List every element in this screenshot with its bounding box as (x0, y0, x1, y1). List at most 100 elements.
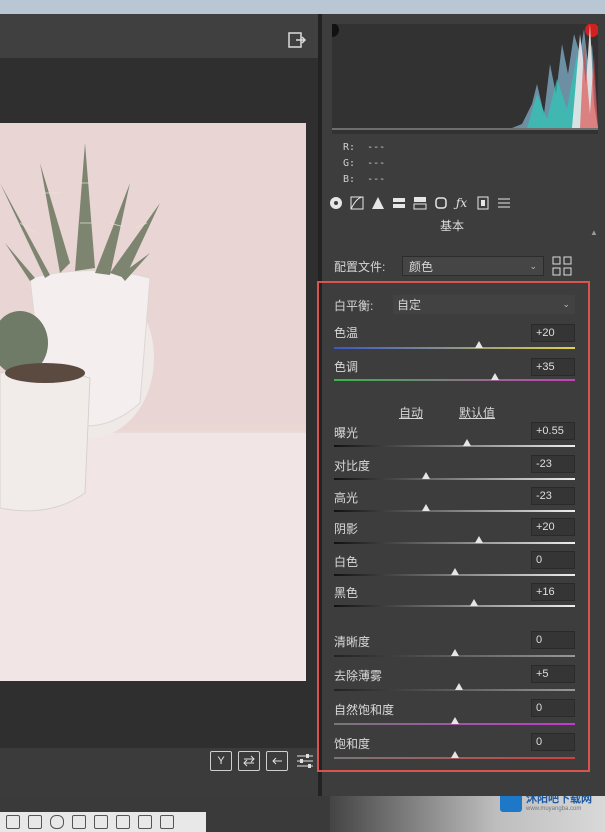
default-link[interactable]: 默认值 (459, 404, 495, 421)
tone-curve-icon[interactable] (349, 195, 364, 210)
slider-thumb[interactable] (421, 472, 430, 479)
slider-track[interactable] (334, 379, 575, 381)
profile-select[interactable]: 颜色 ⌄ (402, 256, 544, 276)
compare-y-label: Y (217, 755, 225, 767)
shirt-icon[interactable] (138, 815, 152, 829)
rgb-readout: R: --- G: --- B: --- (343, 140, 385, 188)
taskbar-app-icon[interactable] (116, 815, 130, 829)
keyboard-icon[interactable] (94, 815, 108, 829)
slider-label: 阴影 (334, 522, 359, 536)
section-title: 基本 (439, 219, 464, 233)
arrow-left-icon (272, 757, 282, 765)
export-button[interactable] (286, 30, 308, 50)
g-label: G: (343, 158, 356, 169)
preview-top-strip (0, 14, 318, 58)
taskbar-app-icon[interactable] (6, 815, 20, 829)
grid-icon (552, 256, 572, 276)
window-top-bar (0, 0, 605, 14)
histogram (332, 24, 598, 134)
swap-before-after-button[interactable] (238, 751, 260, 771)
slider-thumb[interactable] (474, 536, 483, 543)
basic-icon[interactable] (328, 195, 343, 210)
slider-track[interactable] (334, 478, 575, 480)
export-icon (288, 32, 307, 48)
auto-link[interactable]: 自动 (399, 404, 423, 421)
r-value: --- (367, 142, 386, 153)
shadow-clip-indicator (332, 24, 339, 37)
chevron-down-icon: ⌄ (562, 299, 570, 309)
smile-icon[interactable] (50, 815, 64, 829)
slider-value-field[interactable]: 0 (531, 631, 575, 649)
microphone-icon[interactable] (72, 815, 86, 829)
slider-label: 色温 (334, 326, 359, 340)
slider-thumb[interactable] (450, 751, 459, 758)
watermark-url: www.muyangba.com (526, 806, 582, 812)
slider-label: 自然饱和度 (334, 703, 395, 717)
r-label: R: (343, 142, 356, 153)
slider-label: 白色 (334, 555, 359, 569)
white-balance-value: 自定 (397, 298, 422, 312)
slider-thumb[interactable] (450, 568, 459, 575)
taskbar-app-icon[interactable] (28, 815, 42, 829)
preview-photo (0, 123, 306, 681)
panel-scrollbar[interactable]: ▲ (590, 228, 598, 768)
slider-track[interactable] (334, 542, 575, 544)
slider-label: 曝光 (334, 426, 359, 440)
histogram-graph (332, 24, 598, 130)
camera-calibration-icon[interactable] (475, 195, 490, 210)
slider-value-field[interactable]: -23 (531, 455, 575, 473)
slider-thumb[interactable] (474, 341, 483, 348)
slider-thumb[interactable] (450, 649, 459, 656)
panel-tabs: ƒx (328, 195, 511, 210)
grid-app-icon[interactable] (160, 815, 174, 829)
preview-bottom-toolbar: Y (210, 750, 316, 772)
chevron-down-icon: ⌄ (529, 260, 537, 271)
lens-icon[interactable] (433, 195, 448, 210)
b-label: B: (343, 174, 356, 185)
slider-thumb[interactable] (469, 599, 478, 606)
slider-label: 黑色 (334, 586, 359, 600)
slider-track[interactable] (334, 445, 575, 447)
fx-icon[interactable]: ƒx (454, 195, 469, 210)
highlight-clip-indicator (585, 24, 598, 37)
slider-label: 色调 (334, 360, 359, 374)
slider-track[interactable] (334, 605, 575, 607)
slider-label: 清晰度 (334, 635, 371, 649)
slider-thumb[interactable] (450, 717, 459, 724)
slider-thumb[interactable] (455, 683, 464, 690)
presets-icon[interactable] (496, 195, 511, 210)
slider-thumb[interactable] (462, 439, 471, 446)
slider-label: 对比度 (334, 459, 371, 473)
slider-value-field[interactable]: +0.55 (531, 422, 575, 440)
slider-thumb[interactable] (491, 373, 500, 380)
slider-value-field[interactable]: 0 (531, 699, 575, 717)
split-toning-icon[interactable] (412, 195, 427, 210)
hsl-icon[interactable] (391, 195, 406, 210)
taskbar (0, 812, 206, 832)
scroll-up-icon[interactable]: ▲ (590, 228, 598, 237)
profile-browser-button[interactable] (551, 255, 573, 277)
slider-value-field[interactable]: -23 (531, 487, 575, 505)
slider-label: 去除薄雾 (334, 669, 383, 683)
copy-settings-button[interactable] (266, 751, 288, 771)
compare-y-button[interactable]: Y (210, 751, 232, 771)
slider-value-field[interactable]: 0 (531, 551, 575, 569)
white-balance-select[interactable]: 自定 ⌄ (393, 295, 575, 314)
swap-icon (243, 755, 255, 767)
preview-settings-button[interactable] (294, 752, 316, 770)
detail-icon[interactable] (370, 195, 385, 210)
slider-label: 饱和度 (334, 737, 371, 751)
sliders-icon (297, 754, 313, 768)
slider-track[interactable] (334, 347, 575, 349)
slider-value-field[interactable]: +35 (531, 358, 575, 376)
slider-value-field[interactable]: +20 (531, 518, 575, 536)
slider-value-field[interactable]: +16 (531, 583, 575, 601)
slider-value-field[interactable]: +20 (531, 324, 575, 342)
slider-value-field[interactable]: +5 (531, 665, 575, 683)
slider-value-field[interactable]: 0 (531, 733, 575, 751)
slider-label: 高光 (334, 491, 359, 505)
slider-track[interactable] (334, 510, 575, 512)
g-value: --- (367, 158, 386, 169)
slider-thumb[interactable] (421, 504, 430, 511)
cactus-photo (0, 123, 306, 681)
